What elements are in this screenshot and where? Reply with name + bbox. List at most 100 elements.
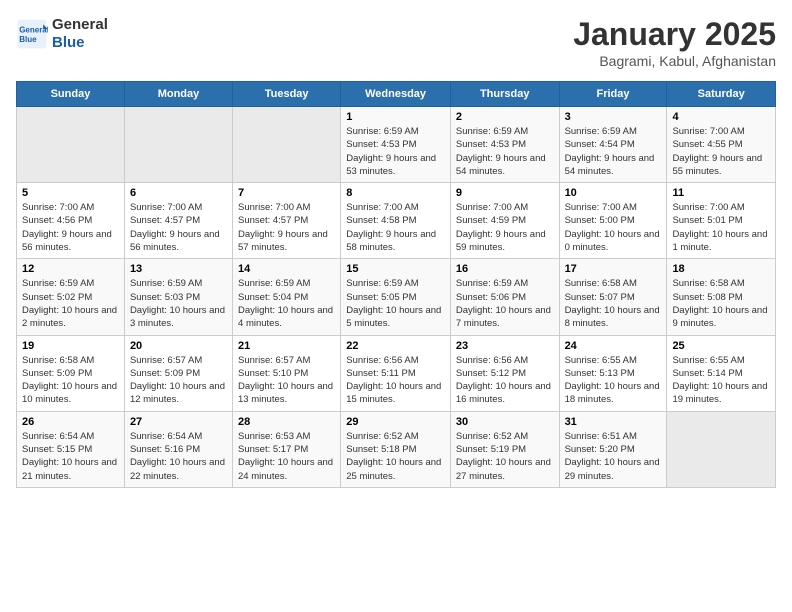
- weekday-header-wednesday: Wednesday: [341, 82, 451, 107]
- day-number: 22: [346, 340, 445, 352]
- day-number: 3: [565, 111, 662, 123]
- calendar-week-3: 12 Sunrise: 6:59 AM Sunset: 5:02 PM Dayli…: [17, 259, 776, 335]
- calendar-table: SundayMondayTuesdayWednesdayThursdayFrid…: [16, 81, 776, 488]
- calendar-cell: 19 Sunrise: 6:58 AM Sunset: 5:09 PM Dayli…: [17, 335, 125, 411]
- calendar-cell: 24Sunrise: 6:55 AM Sunset: 5:13 PM Dayli…: [559, 335, 667, 411]
- calendar-week-1: 1 Sunrise: 6:59 AM Sunset: 4:53 PM Daylig…: [17, 107, 776, 183]
- day-number: 20: [130, 340, 227, 352]
- title-block: January 2025 Bagrami, Kabul, Afghanistan: [573, 16, 776, 69]
- day-number: 28: [238, 416, 335, 428]
- day-info: Sunrise: 6:59 AM Sunset: 4:53 PM Dayligh…: [456, 125, 554, 178]
- day-info: Sunrise: 6:52 AM Sunset: 5:18 PM Dayligh…: [346, 430, 445, 483]
- day-number: 1: [346, 111, 445, 123]
- day-number: 9: [456, 187, 554, 199]
- day-number: 13: [130, 263, 227, 275]
- day-info: Sunrise: 6:59 AM Sunset: 5:03 PM Dayligh…: [130, 277, 227, 330]
- svg-text:Blue: Blue: [19, 35, 37, 44]
- day-info: Sunrise: 7:00 AM Sunset: 4:55 PM Dayligh…: [672, 125, 770, 178]
- calendar-cell: 18Sunrise: 6:58 AM Sunset: 5:08 PM Dayli…: [667, 259, 776, 335]
- day-info: Sunrise: 7:00 AM Sunset: 5:00 PM Dayligh…: [565, 201, 662, 254]
- day-info: Sunrise: 6:55 AM Sunset: 5:13 PM Dayligh…: [565, 354, 662, 407]
- day-info: Sunrise: 6:59 AM Sunset: 4:53 PM Dayligh…: [346, 125, 445, 178]
- day-number: 19: [22, 340, 119, 352]
- day-info: Sunrise: 7:00 AM Sunset: 4:57 PM Dayligh…: [238, 201, 335, 254]
- day-info: Sunrise: 6:59 AM Sunset: 5:05 PM Dayligh…: [346, 277, 445, 330]
- day-number: 10: [565, 187, 662, 199]
- calendar-cell: 6 Sunrise: 7:00 AM Sunset: 4:57 PM Daylig…: [124, 183, 232, 259]
- weekday-header-tuesday: Tuesday: [233, 82, 341, 107]
- calendar-cell: 7 Sunrise: 7:00 AM Sunset: 4:57 PM Daylig…: [233, 183, 341, 259]
- day-number: 4: [672, 111, 770, 123]
- day-number: 8: [346, 187, 445, 199]
- calendar-cell: 15 Sunrise: 6:59 AM Sunset: 5:05 PM Dayli…: [341, 259, 451, 335]
- calendar-cell: 1 Sunrise: 6:59 AM Sunset: 4:53 PM Daylig…: [341, 107, 451, 183]
- day-number: 7: [238, 187, 335, 199]
- day-info: Sunrise: 6:53 AM Sunset: 5:17 PM Dayligh…: [238, 430, 335, 483]
- day-info: Sunrise: 7:00 AM Sunset: 4:56 PM Dayligh…: [22, 201, 119, 254]
- day-info: Sunrise: 6:59 AM Sunset: 4:54 PM Dayligh…: [565, 125, 662, 178]
- calendar-week-5: 26 Sunrise: 6:54 AM Sunset: 5:15 PM Dayli…: [17, 411, 776, 487]
- day-info: Sunrise: 6:59 AM Sunset: 5:06 PM Dayligh…: [456, 277, 554, 330]
- calendar-title: January 2025: [573, 16, 776, 53]
- calendar-cell: 3 Sunrise: 6:59 AM Sunset: 4:54 PM Daylig…: [559, 107, 667, 183]
- weekday-header-row: SundayMondayTuesdayWednesdayThursdayFrid…: [17, 82, 776, 107]
- calendar-cell: 28 Sunrise: 6:53 AM Sunset: 5:17 PM Dayli…: [233, 411, 341, 487]
- logo-icon: General Blue: [16, 18, 48, 50]
- day-info: Sunrise: 6:57 AM Sunset: 5:10 PM Dayligh…: [238, 354, 335, 407]
- calendar-cell: 2 Sunrise: 6:59 AM Sunset: 4:53 PM Daylig…: [450, 107, 559, 183]
- calendar-cell: [124, 107, 232, 183]
- page-header: General Blue General Blue January 2025 B…: [16, 16, 776, 69]
- day-number: 18: [672, 263, 770, 275]
- day-info: Sunrise: 7:00 AM Sunset: 4:59 PM Dayligh…: [456, 201, 554, 254]
- day-info: Sunrise: 6:58 AM Sunset: 5:09 PM Dayligh…: [22, 354, 119, 407]
- day-number: 30: [456, 416, 554, 428]
- day-number: 29: [346, 416, 445, 428]
- day-number: 25: [672, 340, 770, 352]
- day-number: 12: [22, 263, 119, 275]
- calendar-cell: 14Sunrise: 6:59 AM Sunset: 5:04 PM Dayli…: [233, 259, 341, 335]
- day-info: Sunrise: 6:57 AM Sunset: 5:09 PM Dayligh…: [130, 354, 227, 407]
- day-number: 11: [672, 187, 770, 199]
- day-number: 2: [456, 111, 554, 123]
- calendar-cell: 5 Sunrise: 7:00 AM Sunset: 4:56 PM Daylig…: [17, 183, 125, 259]
- calendar-cell: 23 Sunrise: 6:56 AM Sunset: 5:12 PM Dayli…: [450, 335, 559, 411]
- day-info: Sunrise: 7:00 AM Sunset: 4:57 PM Dayligh…: [130, 201, 227, 254]
- day-number: 5: [22, 187, 119, 199]
- calendar-cell: 13 Sunrise: 6:59 AM Sunset: 5:03 PM Dayli…: [124, 259, 232, 335]
- day-number: 6: [130, 187, 227, 199]
- day-info: Sunrise: 6:54 AM Sunset: 5:16 PM Dayligh…: [130, 430, 227, 483]
- calendar-cell: 17Sunrise: 6:58 AM Sunset: 5:07 PM Dayli…: [559, 259, 667, 335]
- calendar-cell: 4 Sunrise: 7:00 AM Sunset: 4:55 PM Daylig…: [667, 107, 776, 183]
- logo-text-line1: General: [52, 16, 108, 34]
- calendar-cell: 11 Sunrise: 7:00 AM Sunset: 5:01 PM Dayli…: [667, 183, 776, 259]
- day-info: Sunrise: 7:00 AM Sunset: 4:58 PM Dayligh…: [346, 201, 445, 254]
- day-number: 26: [22, 416, 119, 428]
- day-info: Sunrise: 6:59 AM Sunset: 5:02 PM Dayligh…: [22, 277, 119, 330]
- calendar-cell: 21 Sunrise: 6:57 AM Sunset: 5:10 PM Dayli…: [233, 335, 341, 411]
- calendar-cell: 27 Sunrise: 6:54 AM Sunset: 5:16 PM Dayli…: [124, 411, 232, 487]
- day-info: Sunrise: 6:54 AM Sunset: 5:15 PM Dayligh…: [22, 430, 119, 483]
- day-info: Sunrise: 6:56 AM Sunset: 5:12 PM Dayligh…: [456, 354, 554, 407]
- calendar-cell: 12 Sunrise: 6:59 AM Sunset: 5:02 PM Dayli…: [17, 259, 125, 335]
- calendar-cell: [667, 411, 776, 487]
- day-number: 16: [456, 263, 554, 275]
- logo-text-line2: Blue: [52, 34, 108, 52]
- calendar-cell: 16 Sunrise: 6:59 AM Sunset: 5:06 PM Dayli…: [450, 259, 559, 335]
- weekday-header-saturday: Saturday: [667, 82, 776, 107]
- day-info: Sunrise: 6:56 AM Sunset: 5:11 PM Dayligh…: [346, 354, 445, 407]
- day-info: Sunrise: 6:52 AM Sunset: 5:19 PM Dayligh…: [456, 430, 554, 483]
- day-number: 27: [130, 416, 227, 428]
- day-number: 15: [346, 263, 445, 275]
- logo: General Blue General Blue: [16, 16, 108, 52]
- calendar-cell: 30 Sunrise: 6:52 AM Sunset: 5:19 PM Dayli…: [450, 411, 559, 487]
- calendar-cell: 8 Sunrise: 7:00 AM Sunset: 4:58 PM Daylig…: [341, 183, 451, 259]
- calendar-cell: 10 Sunrise: 7:00 AM Sunset: 5:00 PM Dayli…: [559, 183, 667, 259]
- day-number: 23: [456, 340, 554, 352]
- calendar-cell: 29 Sunrise: 6:52 AM Sunset: 5:18 PM Dayli…: [341, 411, 451, 487]
- day-number: 21: [238, 340, 335, 352]
- day-info: Sunrise: 7:00 AM Sunset: 5:01 PM Dayligh…: [672, 201, 770, 254]
- calendar-cell: [233, 107, 341, 183]
- calendar-cell: [17, 107, 125, 183]
- calendar-week-4: 19 Sunrise: 6:58 AM Sunset: 5:09 PM Dayli…: [17, 335, 776, 411]
- day-info: Sunrise: 6:51 AM Sunset: 5:20 PM Dayligh…: [565, 430, 662, 483]
